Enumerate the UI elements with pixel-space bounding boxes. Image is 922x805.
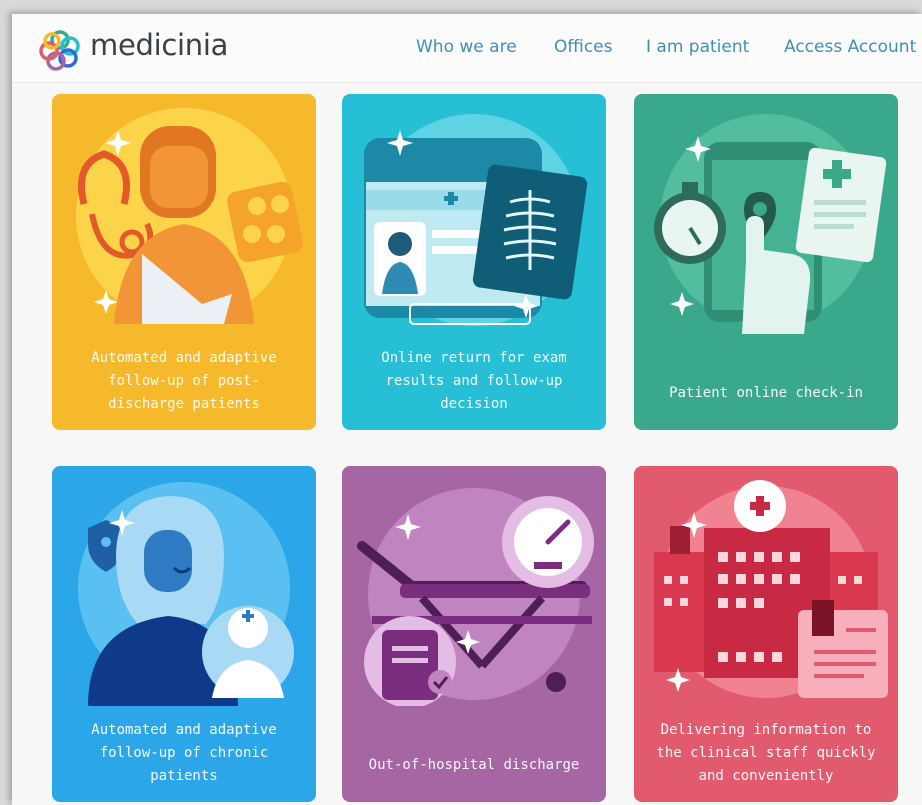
card-caption: Delivering information to the clinical s… — [656, 722, 876, 784]
card-caption: Patient online check-in — [669, 385, 863, 401]
service-card-clinical-staff-info[interactable]: Delivering information to the clinical s… — [634, 466, 898, 802]
nav-i-am-patient[interactable]: I am patient — [646, 37, 749, 57]
stretcher-gauge-clipboard-icon — [357, 488, 594, 706]
page-frame: medicinia Who we are Offices I am patien… — [12, 14, 922, 805]
hospital-building-document-icon — [654, 480, 888, 698]
service-card-exam-results[interactable]: Online return for exam results and follo… — [342, 94, 606, 430]
injured-patient-stethoscope-pills-icon — [76, 108, 303, 324]
nav-access-account[interactable]: Access Account — [784, 37, 916, 57]
top-navigation-bar: medicinia Who we are Offices I am patien… — [12, 14, 922, 83]
patient-nurse-shield-icon — [78, 482, 294, 706]
card-caption: Automated and adaptive follow-up of chro… — [91, 722, 277, 784]
service-card-post-discharge[interactable]: Automated and adaptive follow-up of post… — [52, 94, 316, 430]
card-caption: Automated and adaptive follow-up of post… — [91, 350, 277, 412]
tablet-xray-icon — [364, 114, 588, 326]
service-card-out-of-hospital-discharge[interactable]: Out-of-hospital discharge — [342, 466, 606, 802]
service-card-online-check-in[interactable]: Patient online check-in — [634, 94, 898, 430]
brand-name[interactable]: medicinia — [90, 28, 228, 62]
card-caption: Online return for exam results and follo… — [381, 350, 567, 412]
nav-who-we-are[interactable]: Who we are — [416, 37, 517, 57]
stopwatch-phone-checkin-icon — [654, 114, 887, 334]
service-card-chronic-patients[interactable]: Automated and adaptive follow-up of chro… — [52, 466, 316, 802]
interlocking-rings-logo-icon[interactable] — [38, 28, 82, 72]
nav-offices[interactable]: Offices — [554, 37, 612, 57]
card-caption: Out-of-hospital discharge — [368, 757, 580, 773]
